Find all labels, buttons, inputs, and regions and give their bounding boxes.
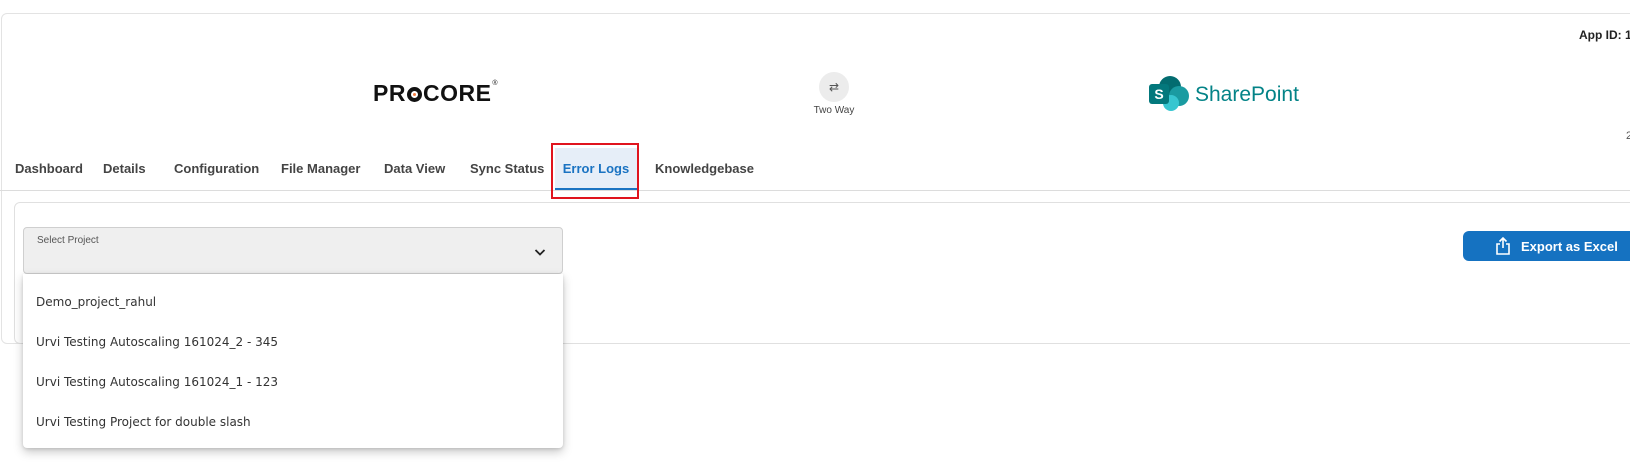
project-select-label: Select Project <box>37 235 99 246</box>
sync-direction-label: Two Way <box>813 105 855 116</box>
chevron-down-icon <box>534 249 546 256</box>
sharepoint-logo-text: SharePoint <box>1195 83 1299 106</box>
app-id-label: App ID: 1 <box>1579 28 1630 42</box>
tab-dashboard[interactable]: Dashboard <box>15 148 83 190</box>
share-upload-icon <box>1496 237 1510 255</box>
dropdown-option[interactable]: Urvi Testing Autoscaling 161024_2 - 345 <box>23 322 563 362</box>
procore-logo-text-end: CORE <box>422 80 492 106</box>
sharepoint-logo: S SharePoint <box>1149 76 1299 114</box>
tab-file-manager[interactable]: File Manager <box>281 148 360 190</box>
tab-error-logs[interactable]: Error Logs <box>555 148 637 190</box>
sharepoint-icon: S <box>1149 76 1191 114</box>
dropdown-option[interactable]: Urvi Testing Autoscaling 161024_1 - 123 <box>23 362 563 402</box>
project-select[interactable]: Select Project <box>23 227 563 274</box>
project-dropdown-menu: Demo_project_rahul Urvi Testing Autoscal… <box>23 274 563 448</box>
dropdown-option[interactable]: Urvi Testing Project for double slash <box>23 402 563 442</box>
sync-direction: ⇄ Two Way <box>806 72 862 116</box>
dropdown-option[interactable]: Demo_project_rahul <box>23 282 563 322</box>
tab-sync-status[interactable]: Sync Status <box>470 148 544 190</box>
procore-logo-o-mark <box>406 87 422 102</box>
tab-configuration[interactable]: Configuration <box>174 148 259 190</box>
sharepoint-icon-letter: S <box>1149 84 1169 104</box>
tab-knowledgebase[interactable]: Knowledgebase <box>655 148 754 190</box>
export-excel-button[interactable]: Export as Excel <box>1463 231 1630 261</box>
two-way-arrows-icon: ⇄ <box>819 72 849 102</box>
tab-details[interactable]: Details <box>103 148 146 190</box>
tab-bar: Dashboard Details Configuration File Man… <box>0 148 1630 191</box>
procore-logo-trademark: ® <box>492 80 499 87</box>
procore-logo: PR CORE® <box>373 80 498 107</box>
export-excel-label: Export as Excel <box>1521 238 1618 254</box>
tab-data-view[interactable]: Data View <box>384 148 445 190</box>
procore-logo-text-start: PR <box>373 80 406 106</box>
edge-text: 2 <box>1626 130 1630 142</box>
